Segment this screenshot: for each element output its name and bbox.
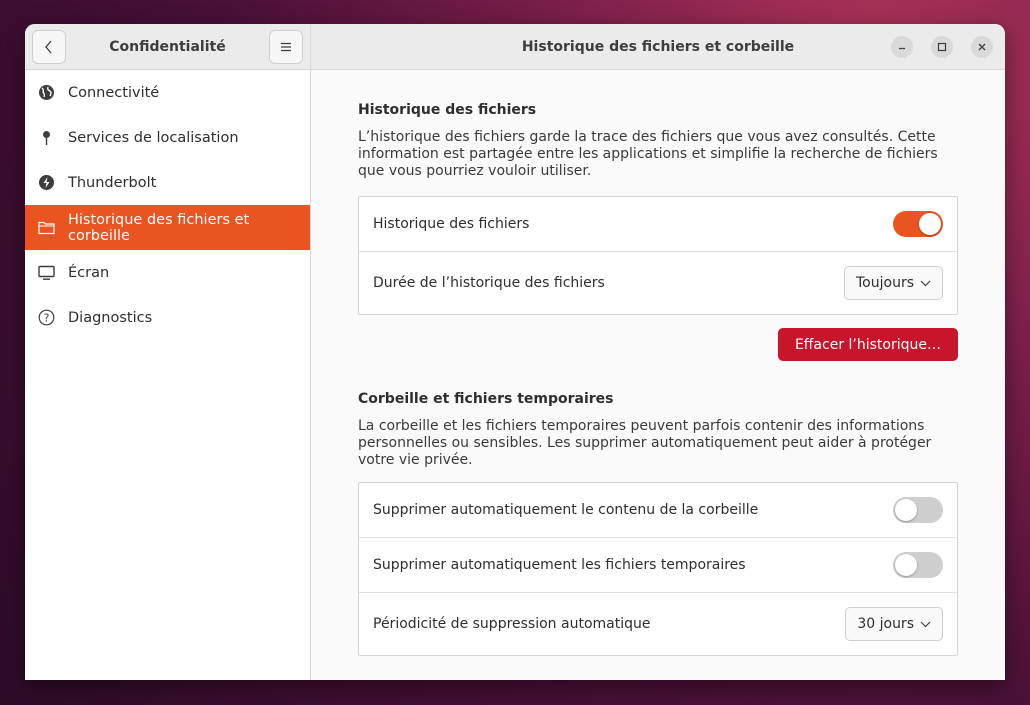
clear-history-button[interactable]: Effacer l’historique… [777, 328, 958, 361]
sidebar-item-thunderbolt[interactable]: Thunderbolt [25, 160, 310, 205]
dropdown-value: 30 jours [857, 616, 914, 632]
folder-icon [38, 219, 55, 236]
chevron-down-icon [920, 621, 931, 627]
file-history-duration-label: Durée de l’historique des fichiers [373, 275, 605, 291]
purge-period-row: Périodicité de suppression automatique 3… [359, 593, 957, 655]
minimize-button[interactable] [891, 36, 913, 58]
trash-description: La corbeille et les fichiers temporaires… [358, 418, 932, 468]
svg-text:?: ? [44, 312, 50, 325]
thunderbolt-icon [38, 174, 55, 191]
auto-temp-label: Supprimer automatiquement les fichiers t… [373, 557, 746, 573]
settings-window: Confidentialité Connectivité Services de… [25, 24, 1005, 680]
sidebar-header: Confidentialité [25, 24, 310, 70]
location-pin-icon [38, 129, 55, 146]
sidebar-item-screen[interactable]: Écran [25, 250, 310, 295]
maximize-icon [937, 42, 947, 52]
dropdown-value: Toujours [856, 275, 914, 291]
clear-history-wrap: Effacer l’historique… [358, 328, 958, 361]
menu-button[interactable] [268, 29, 303, 64]
auto-temp-switch[interactable] [893, 552, 943, 578]
page-title: Historique des fichiers et corbeille [521, 38, 795, 55]
globe-icon [38, 84, 55, 101]
sidebar-title: Confidentialité [109, 38, 226, 55]
purge-period-label: Périodicité de suppression automatique [373, 616, 651, 632]
trash-section-title: Corbeille et fichiers temporaires [358, 391, 614, 407]
sidebar-item-label: Écran [68, 264, 110, 281]
trash-card: Supprimer automatiquement le contenu de … [358, 482, 958, 656]
back-button[interactable] [32, 29, 66, 64]
file-history-duration-row: Durée de l’historique des fichiers Toujo… [359, 252, 957, 314]
help-icon: ? [38, 309, 55, 326]
sidebar-item-label: Historique des fichiers et corbeille [68, 211, 250, 244]
close-icon [978, 43, 986, 51]
hamburger-icon [280, 42, 291, 51]
sidebar-item-label: Services de localisation [68, 129, 239, 146]
chevron-left-icon [45, 40, 52, 53]
file-history-description: L’historique des fichiers garde la trace… [358, 129, 938, 179]
minimize-icon [899, 47, 905, 50]
content: Historique des fichiers L’historique des… [311, 70, 1005, 680]
sidebar-list: Connectivité Services de localisation Th… [25, 70, 310, 340]
file-history-duration-dropdown[interactable]: Toujours [844, 266, 943, 300]
sidebar-item-diagnostics[interactable]: ? Diagnostics [25, 295, 310, 340]
sidebar-item-file-history[interactable]: Historique des fichiers et corbeille [25, 205, 310, 250]
purge-period-dropdown[interactable]: 30 jours [845, 607, 943, 641]
sidebar-item-label: Connectivité [68, 84, 160, 101]
chevron-down-icon [920, 280, 931, 286]
file-history-toggle-label: Historique des fichiers [373, 216, 530, 232]
sidebar-item-label: Diagnostics [68, 309, 153, 326]
auto-temp-row: Supprimer automatiquement les fichiers t… [359, 538, 957, 593]
sidebar: Confidentialité Connectivité Services de… [25, 24, 311, 680]
file-history-section-title: Historique des fichiers [358, 102, 537, 118]
file-history-toggle-row: Historique des fichiers [359, 197, 957, 252]
main-header: Historique des fichiers et corbeille [311, 24, 1005, 70]
file-history-switch[interactable] [893, 211, 943, 237]
switch-knob [895, 499, 917, 521]
sidebar-item-label: Thunderbolt [68, 174, 157, 191]
maximize-button[interactable] [931, 36, 953, 58]
switch-knob [895, 554, 917, 576]
file-history-card: Historique des fichiers Durée de l’histo… [358, 196, 958, 315]
main-panel: Historique des fichiers et corbeille His… [311, 24, 1005, 680]
auto-trash-switch[interactable] [893, 497, 943, 523]
switch-knob [919, 213, 941, 235]
auto-trash-row: Supprimer automatiquement le contenu de … [359, 483, 957, 538]
close-button[interactable] [971, 36, 993, 58]
auto-trash-label: Supprimer automatiquement le contenu de … [373, 502, 759, 518]
sidebar-item-connectivity[interactable]: Connectivité [25, 70, 310, 115]
monitor-icon [38, 264, 55, 281]
sidebar-item-location-services[interactable]: Services de localisation [25, 115, 310, 160]
